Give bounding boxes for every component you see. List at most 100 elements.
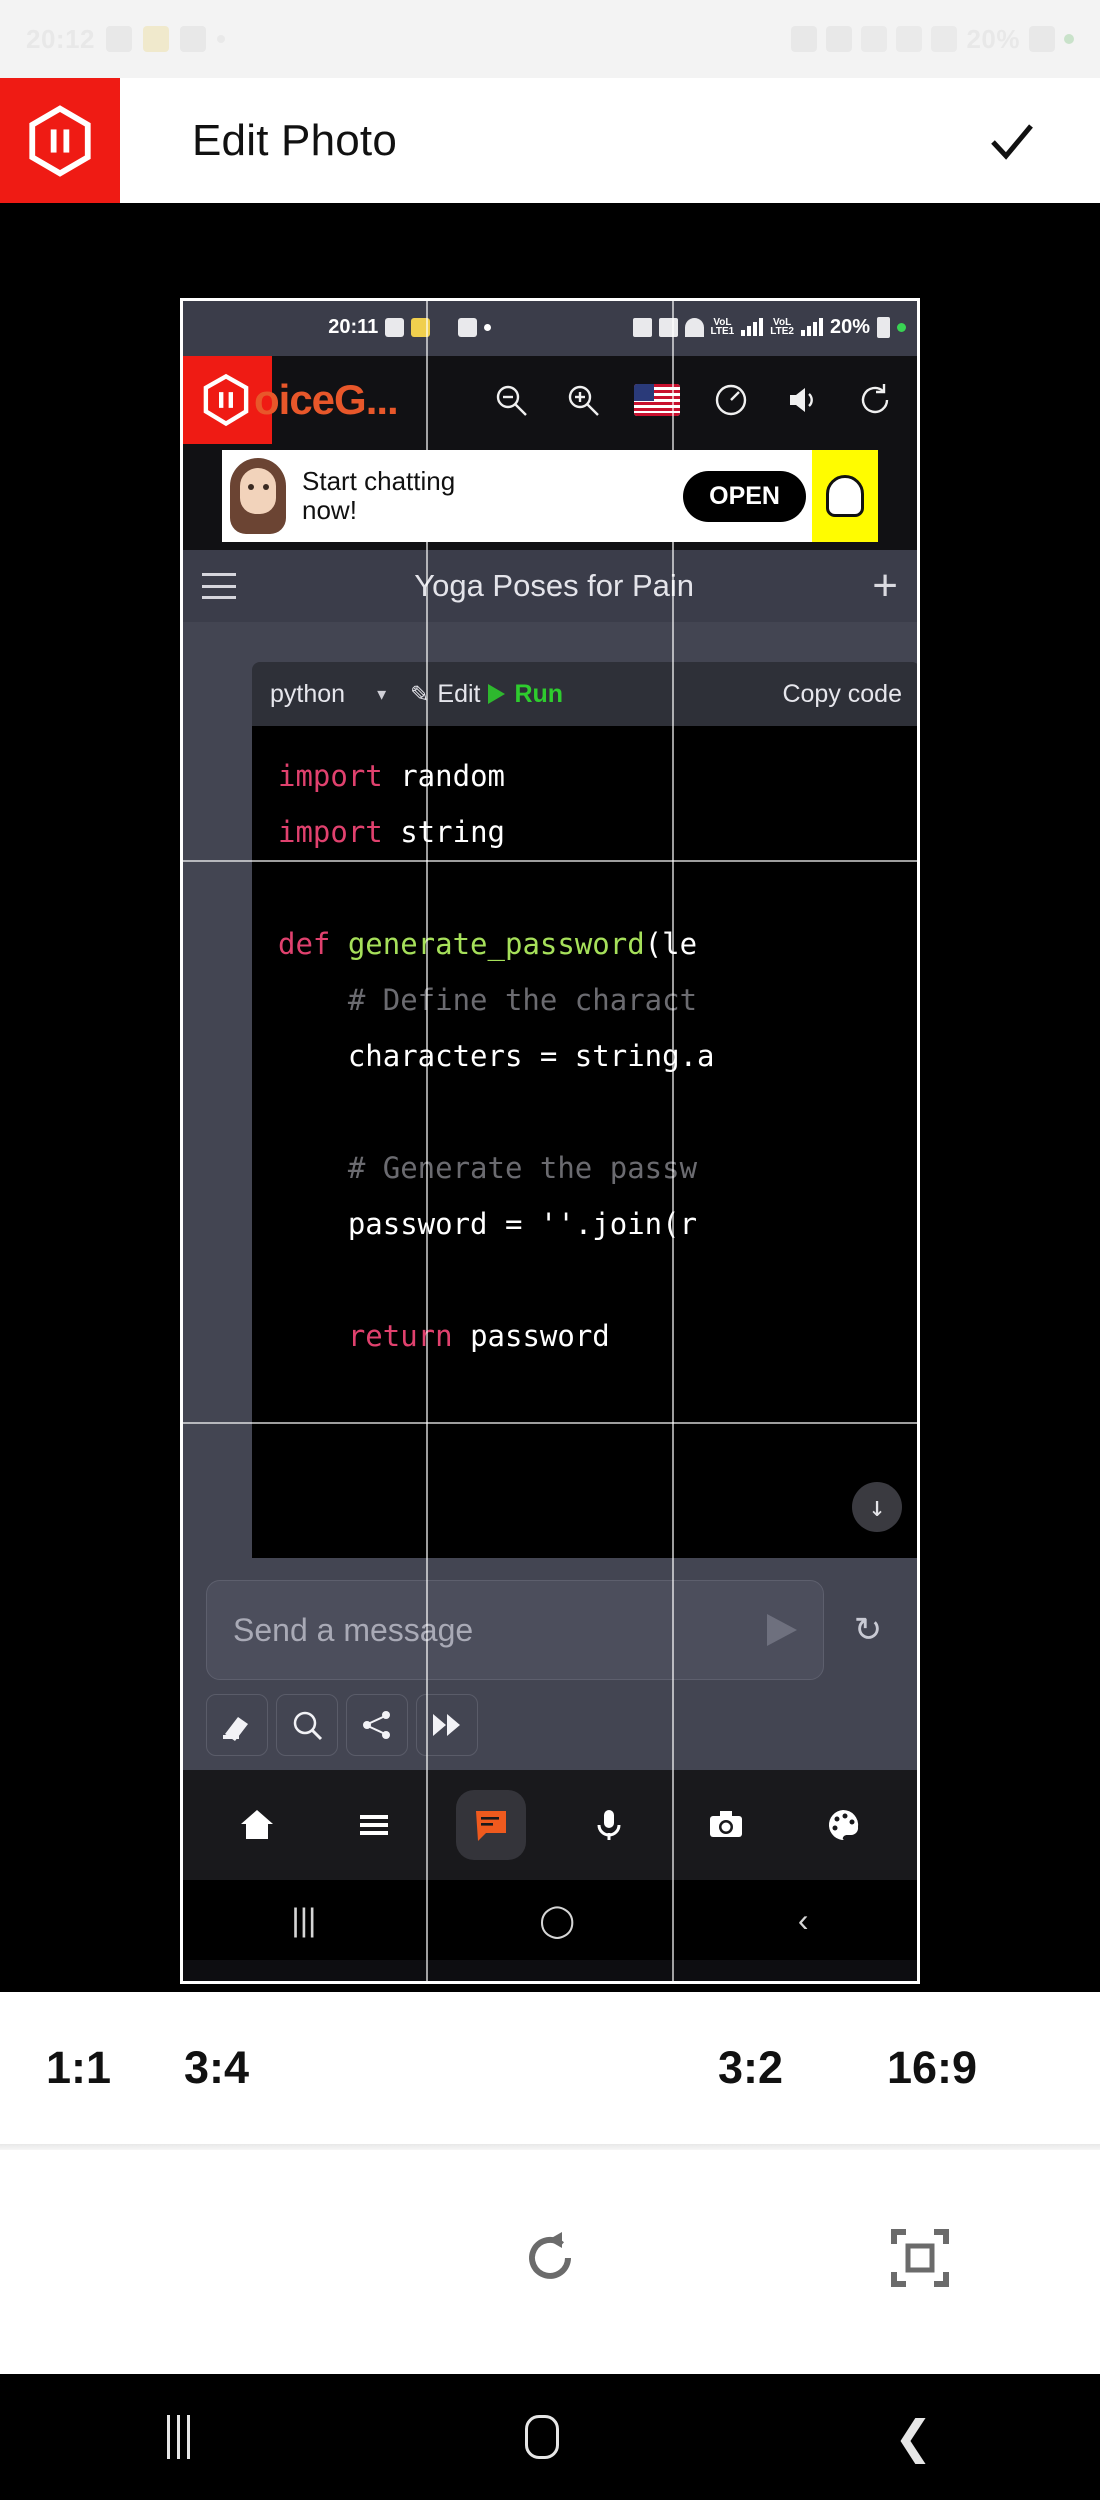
hamburger-icon[interactable] (202, 573, 236, 599)
recents-icon[interactable] (167, 2415, 191, 2459)
aspect-ratio-1-1[interactable]: 1:1 (46, 2042, 111, 2094)
zoom-out-icon[interactable] (490, 379, 532, 421)
confirm-button[interactable] (982, 111, 1042, 171)
mail-icon (180, 26, 206, 52)
code-token: password = ''.join(r (278, 1207, 698, 1241)
reload-icon[interactable] (854, 379, 896, 421)
message-placeholder: Send a message (233, 1611, 474, 1648)
chat-body: python ▾ ✎ Edit Run Copy code import ran… (180, 622, 920, 1562)
quick-actions-row (206, 1694, 894, 1756)
edit-tool-bar (0, 2150, 1100, 2374)
aspect-ratio-3-2[interactable]: 3:2 (718, 2042, 783, 2094)
home-icon[interactable]: ◯ (539, 1901, 575, 1939)
code-token: # Generate the passw (278, 1151, 698, 1185)
inner-toolbar-actions (490, 379, 920, 421)
assistant-message: python ▾ ✎ Edit Run Copy code import ran… (252, 662, 920, 1558)
code-token: password (452, 1319, 610, 1353)
speed-icon[interactable] (710, 379, 752, 421)
volte2-label: VoL LTE2 (770, 317, 794, 337)
alarm-icon (658, 317, 678, 337)
eraser-icon[interactable] (206, 1694, 268, 1756)
code-token: random (382, 759, 505, 793)
signal-icon (896, 26, 923, 52)
wifi-icon (684, 317, 704, 337)
ad-line-2: now! (302, 495, 357, 525)
app-logo-glyph (203, 373, 249, 427)
status-clock: 20:12 (26, 23, 95, 54)
battery-saver-icon (632, 317, 652, 337)
code-line: password = ''.join(r (278, 1196, 920, 1252)
code-line: characters = string.a (278, 1028, 920, 1084)
zoom-in-icon[interactable] (562, 379, 604, 421)
recents-icon[interactable]: ||| (291, 1902, 316, 1939)
battery-percent: 20% (966, 23, 1020, 54)
scroll-down-icon[interactable]: ↓ (852, 1482, 902, 1532)
code-line (278, 860, 920, 916)
recording-dot-icon (1064, 34, 1074, 44)
snapchat-icon (812, 450, 878, 542)
app-logo (0, 78, 120, 203)
code-line: return password (278, 1308, 920, 1364)
search-image-icon[interactable] (276, 1694, 338, 1756)
battery-icon (877, 316, 890, 338)
plus-icon[interactable]: + (872, 564, 898, 608)
code-token: characters = string.a (278, 1039, 715, 1073)
code-line: # Generate the passw (278, 1140, 920, 1196)
aspect-ratio-3-4[interactable]: 3:4 (184, 2042, 249, 2094)
regenerate-icon[interactable]: ↻ (842, 1610, 894, 1650)
code-token: import (278, 759, 383, 793)
copy-code-button[interactable]: Copy code (782, 680, 902, 709)
fast-forward-icon[interactable] (416, 1694, 478, 1756)
inner-system-nav: ||| ◯ ‹ (180, 1880, 920, 1960)
palette-icon[interactable] (808, 1790, 878, 1860)
volume-icon[interactable] (782, 379, 824, 421)
image-icon (106, 26, 132, 52)
chat-header: Yoga Poses for Pain + (180, 550, 920, 622)
share-icon[interactable] (346, 1694, 408, 1756)
signal2-icon (800, 318, 823, 336)
photo-canvas[interactable]: 20:11 VoL LTE1 VoL LTE2 20% oiceG... Sta… (0, 247, 1100, 1992)
code-block: python ▾ ✎ Edit Run Copy code import ran… (252, 662, 920, 1558)
code-run-button[interactable]: Run (514, 680, 563, 709)
signal-icon (741, 318, 764, 336)
dot-icon (217, 35, 225, 43)
ad-open-button[interactable]: OPEN (683, 470, 806, 522)
folder-icon (411, 317, 431, 337)
rotate-button[interactable] (504, 2212, 596, 2304)
page-title: Edit Photo (192, 115, 398, 165)
status-right-group: 20% (791, 24, 1074, 55)
play-icon[interactable] (488, 684, 506, 704)
chat-icon[interactable] (456, 1790, 527, 1860)
system-nav-bar: ❮ (0, 2374, 1100, 2500)
code-line (278, 1084, 920, 1140)
pencil-icon[interactable]: ✎ (410, 681, 429, 708)
inner-bottom-nav (180, 1770, 920, 1880)
home-icon[interactable] (525, 2415, 560, 2459)
code-token: generate_password (347, 927, 645, 961)
code-edit-button[interactable]: Edit (437, 680, 480, 709)
ad-avatar-icon (222, 450, 294, 542)
home-icon[interactable] (222, 1790, 292, 1860)
back-icon[interactable]: ❮ (894, 2410, 933, 2464)
message-input[interactable]: Send a message (206, 1580, 824, 1680)
inner-app-toolbar: oiceG... (180, 356, 920, 444)
ad-text: Start chatting now! (302, 466, 683, 525)
menu-icon[interactable] (339, 1790, 409, 1860)
code-token: import (278, 815, 383, 849)
app-logo-glyph (29, 104, 91, 177)
send-icon[interactable] (767, 1614, 797, 1646)
battery-icon (1029, 26, 1055, 52)
photo-image: 20:11 VoL LTE1 VoL LTE2 20% oiceG... Sta… (180, 298, 920, 1984)
us-flag-icon[interactable] (634, 384, 680, 416)
code-token: return (278, 1319, 453, 1353)
aspect-ratio-16-9[interactable]: 16:9 (887, 2042, 977, 2094)
code-token: string (382, 815, 505, 849)
camera-icon[interactable] (691, 1790, 761, 1860)
mic-icon[interactable] (574, 1790, 644, 1860)
code-content[interactable]: import random import string def generate_… (252, 726, 920, 1558)
back-icon[interactable]: ‹ (798, 1902, 809, 1939)
chevron-down-icon[interactable]: ▾ (377, 684, 386, 705)
crop-fit-button[interactable] (874, 2212, 966, 2304)
cloud-icon (458, 317, 478, 337)
ad-banner[interactable]: Start chatting now! OPEN (222, 450, 878, 542)
